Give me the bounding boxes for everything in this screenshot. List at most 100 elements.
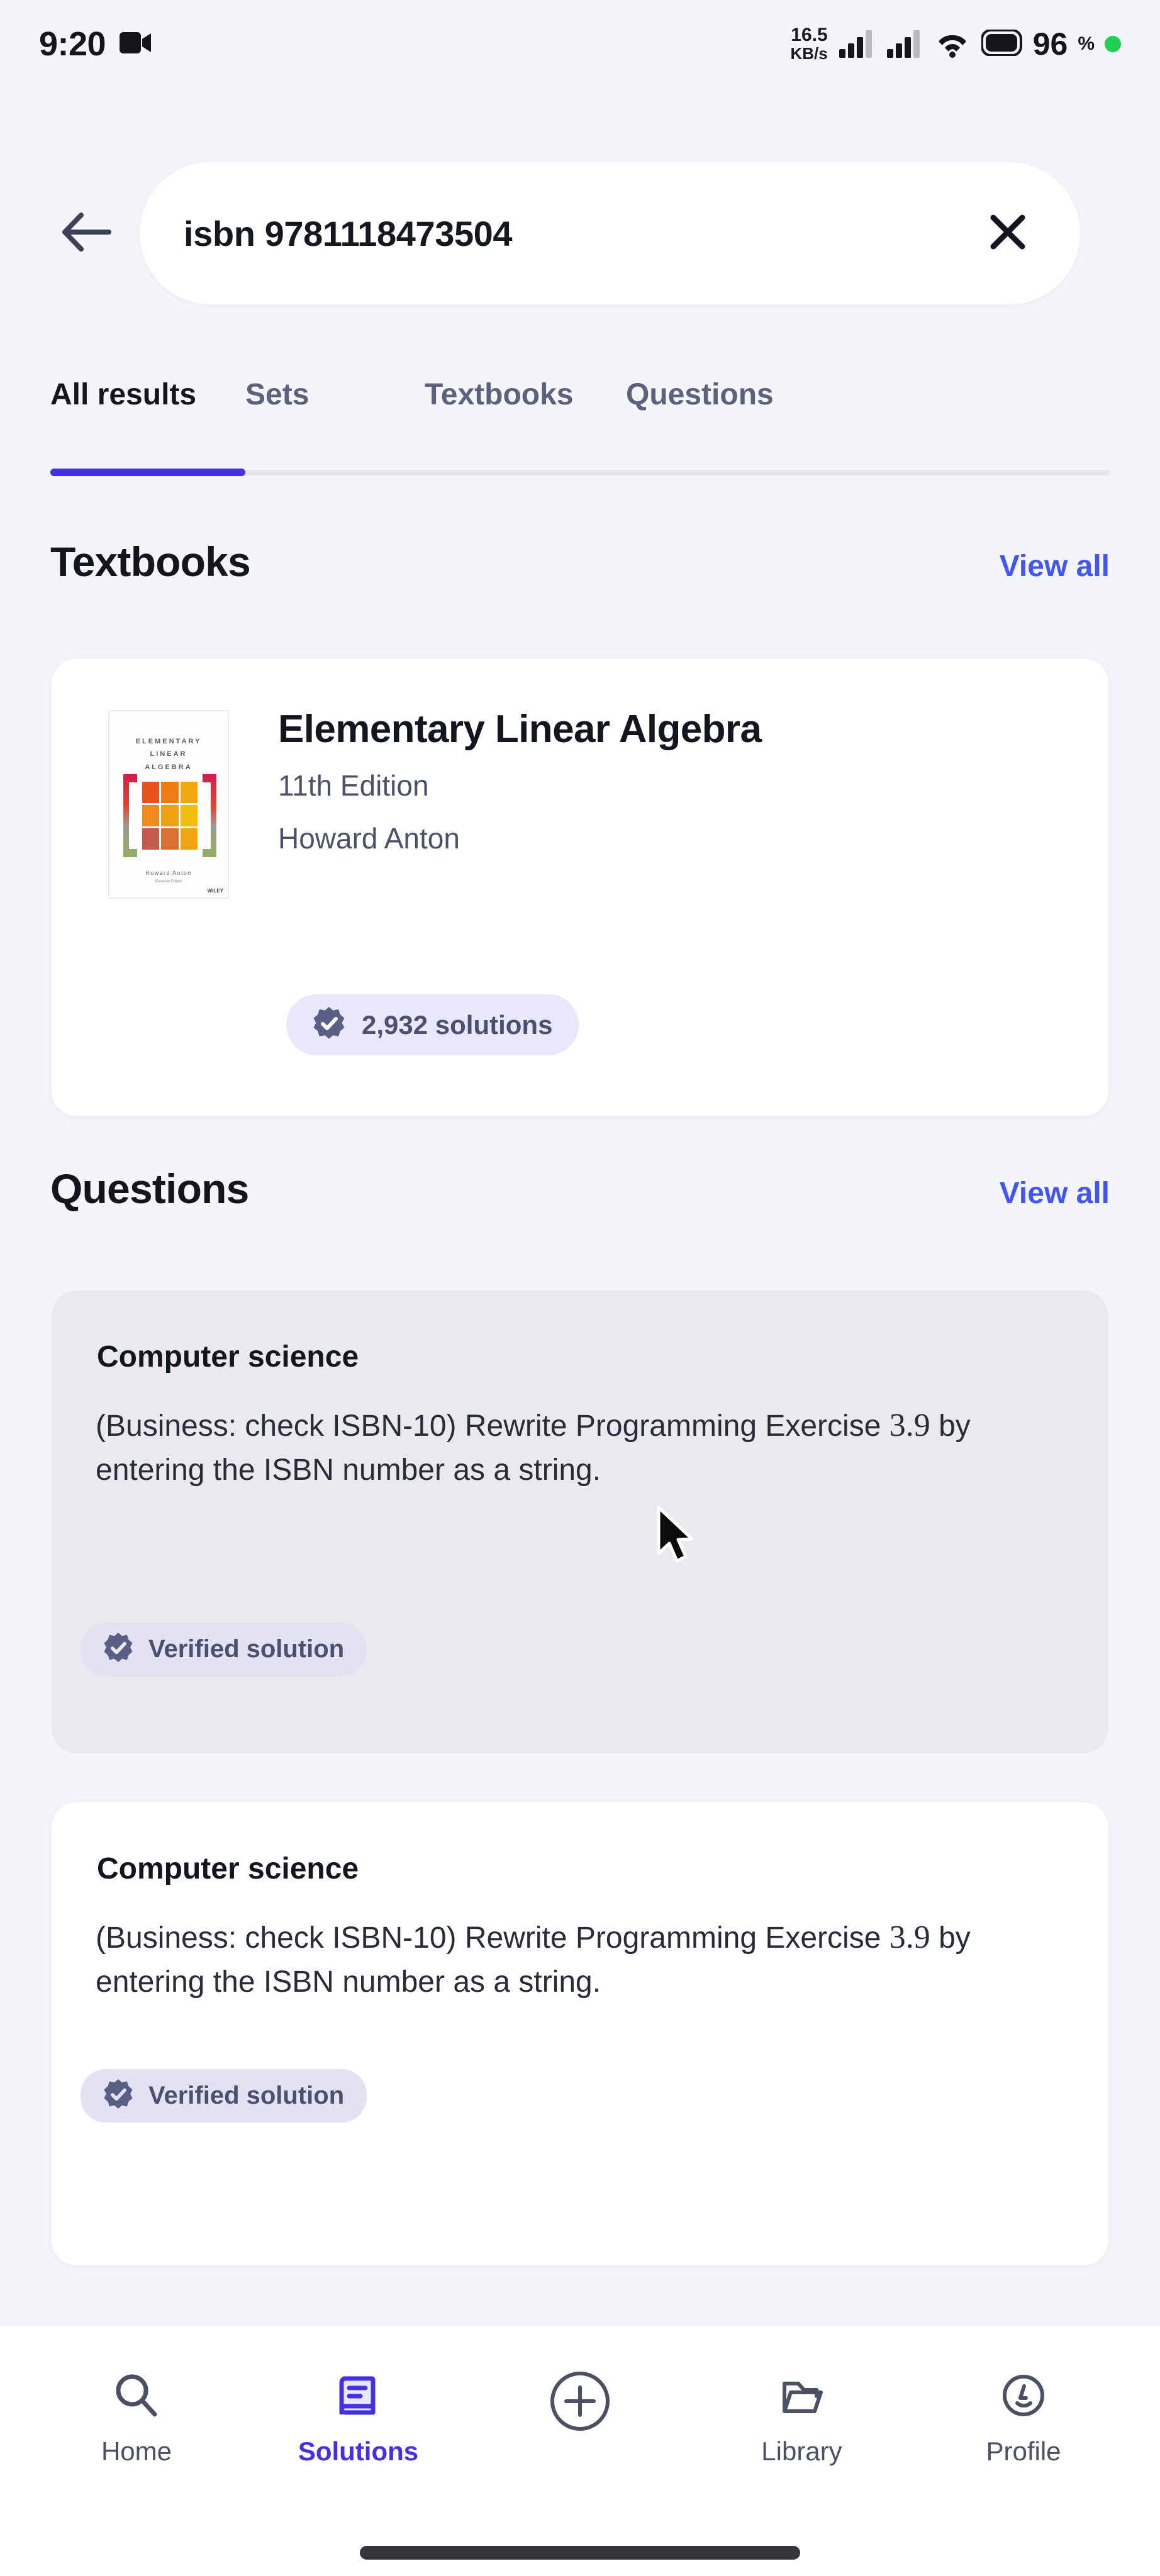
nav-item-home[interactable]: Home bbox=[58, 2368, 215, 2467]
tab-all-results[interactable]: All results bbox=[50, 358, 245, 412]
solutions-count-badge: 2,932 solutions bbox=[286, 994, 579, 1055]
question-subject: Computer science bbox=[97, 1852, 359, 1885]
verified-badge-icon bbox=[313, 1007, 345, 1043]
app-screen: 9:20 16.5 KB/s 96 % isbn 9781118473504 A… bbox=[0, 0, 1160, 2576]
matrix-bracket-right bbox=[203, 774, 216, 857]
book-cover-title-line: ELEMENTARY bbox=[135, 738, 202, 745]
wifi-icon bbox=[934, 28, 971, 61]
matrix-cell bbox=[142, 805, 160, 826]
nav-item-library[interactable]: Library bbox=[723, 2368, 881, 2467]
verified-solution-label: Verified solution bbox=[148, 2082, 345, 2109]
question-text-before: (Business: check ISBN-10) Rewrite Progra… bbox=[96, 1409, 890, 1443]
book-author: Howard Anton bbox=[278, 822, 460, 855]
verified-solution-label: Verified solution bbox=[148, 1635, 345, 1663]
verified-badge-icon bbox=[103, 1633, 133, 1666]
network-speed-unit: KB/s bbox=[790, 44, 828, 64]
textbooks-view-all-link[interactable]: View all bbox=[1000, 549, 1110, 584]
question-exercise-number: 3.9 bbox=[889, 1407, 930, 1443]
battery-icon bbox=[980, 28, 1023, 59]
network-speed: 16.5 KB/s bbox=[790, 26, 827, 62]
question-subject: Computer science bbox=[97, 1340, 359, 1374]
search-input[interactable]: isbn 9781118473504 bbox=[184, 213, 979, 254]
status-dot-icon bbox=[1105, 36, 1121, 52]
book-cover-title: ELEMENTARY LINEAR ALGEBRA bbox=[109, 735, 228, 774]
question-text: (Business: check ISBN-10) Rewrite Progra… bbox=[96, 1402, 1068, 1492]
tab-questions[interactable]: Questions bbox=[626, 358, 834, 412]
nav-label-solutions: Solutions bbox=[298, 2436, 419, 2466]
matrix-cell bbox=[180, 828, 198, 850]
question-exercise-number: 3.9 bbox=[889, 1919, 930, 1955]
profile-face-icon bbox=[996, 2368, 1051, 2423]
cellular-signal-icon bbox=[838, 28, 876, 61]
verified-solution-badge-inner: Verified solution bbox=[81, 1623, 367, 1676]
matrix-cell bbox=[161, 828, 179, 850]
book-cover-title-line: LINEAR bbox=[150, 750, 187, 758]
matrix-bracket-left bbox=[123, 774, 137, 857]
bottom-nav-items: Home Solutions Library Profile bbox=[0, 2326, 1160, 2467]
nav-label-profile: Profile bbox=[986, 2436, 1061, 2466]
matrix-cell bbox=[142, 828, 160, 850]
nav-item-create[interactable] bbox=[501, 2368, 659, 2448]
verified-solution-badge-inner: Verified solution bbox=[81, 2069, 367, 2123]
bottom-navigation: Home Solutions Library Profile bbox=[0, 2324, 1160, 2576]
verified-badge-icon bbox=[103, 2079, 133, 2112]
nav-item-profile[interactable]: Profile bbox=[945, 2368, 1102, 2467]
book-edition: 11th Edition bbox=[278, 769, 429, 802]
matrix-cell bbox=[161, 805, 179, 826]
book-cover-matrix-art bbox=[123, 774, 216, 857]
search-field[interactable]: isbn 9781118473504 bbox=[140, 162, 1080, 304]
plus-circle-icon bbox=[547, 2368, 613, 2434]
book-info: Elementary Linear Algebra 11th Edition H… bbox=[278, 708, 1064, 855]
clear-search-button[interactable] bbox=[979, 205, 1036, 262]
folder-icon bbox=[775, 2368, 829, 2423]
verified-solution-badge: Verified solution bbox=[81, 2069, 367, 2123]
video-camera-icon bbox=[120, 31, 152, 58]
status-time: 9:20 bbox=[39, 25, 106, 63]
matrix-cell bbox=[142, 782, 160, 803]
book-title: Elementary Linear Algebra bbox=[278, 708, 762, 751]
question-text-before: (Business: check ISBN-10) Rewrite Progra… bbox=[96, 1921, 890, 1955]
book-cover-author: Howard Anton bbox=[145, 870, 192, 876]
textbook-result-card[interactable]: ELEMENTARY LINEAR ALGEBRA Howard Anton E… bbox=[52, 658, 1108, 1116]
nav-label-home: Home bbox=[101, 2436, 172, 2466]
search-icon bbox=[109, 2368, 164, 2423]
question-result-card[interactable]: Computer science (Business: check ISBN-1… bbox=[52, 1802, 1108, 2265]
network-speed-value: 16.5 bbox=[791, 25, 828, 46]
matrix-cell bbox=[180, 805, 198, 826]
question-text: (Business: check ISBN-10) Rewrite Progra… bbox=[96, 1914, 1068, 2004]
question-result-card[interactable]: Computer science (Business: check ISBN-1… bbox=[52, 1291, 1108, 1753]
status-bar: 9:20 16.5 KB/s 96 % bbox=[0, 0, 1160, 88]
book-cover-publisher: WILEY bbox=[207, 888, 223, 894]
textbooks-section-title: Textbooks bbox=[50, 538, 251, 585]
matrix-cell bbox=[161, 782, 179, 803]
cellular-signal-icon bbox=[886, 28, 923, 61]
nav-item-solutions[interactable]: Solutions bbox=[280, 2368, 437, 2467]
back-arrow-icon bbox=[60, 211, 113, 256]
solutions-count-label: 2,932 solutions bbox=[362, 1009, 553, 1040]
status-bar-right: 16.5 KB/s 96 % bbox=[790, 26, 1121, 62]
back-button[interactable] bbox=[39, 189, 133, 277]
verified-solution-badge: Verified solution bbox=[81, 1623, 367, 1676]
matrix-cell bbox=[180, 782, 198, 803]
battery-level: 96 bbox=[1032, 26, 1068, 62]
result-tabs: All results Sets Textbooks Questions bbox=[0, 358, 1160, 478]
textbooks-section-header: Textbooks View all bbox=[0, 538, 1160, 586]
questions-section-header: Questions View all bbox=[0, 1165, 1160, 1213]
book-cover-edition: Eleventh Edition bbox=[155, 880, 182, 884]
questions-view-all-link[interactable]: View all bbox=[1000, 1176, 1110, 1211]
book-icon bbox=[332, 2368, 386, 2423]
battery-percent-symbol: % bbox=[1078, 33, 1095, 54]
nav-label-library: Library bbox=[761, 2436, 842, 2466]
tab-textbooks[interactable]: Textbooks bbox=[425, 358, 626, 412]
close-icon bbox=[986, 210, 1030, 257]
book-cover-title-line: ALGEBRA bbox=[145, 763, 192, 771]
matrix-grid bbox=[142, 782, 198, 850]
book-cover-image: ELEMENTARY LINEAR ALGEBRA Howard Anton E… bbox=[108, 710, 229, 899]
tabs-active-indicator bbox=[50, 469, 245, 476]
status-bar-left: 9:20 bbox=[39, 25, 152, 64]
home-indicator bbox=[360, 2546, 800, 2560]
tab-sets[interactable]: Sets bbox=[245, 358, 425, 412]
search-header: isbn 9781118473504 bbox=[0, 162, 1160, 304]
questions-section-title: Questions bbox=[50, 1165, 249, 1212]
tabs-row: All results Sets Textbooks Questions bbox=[0, 358, 1160, 412]
